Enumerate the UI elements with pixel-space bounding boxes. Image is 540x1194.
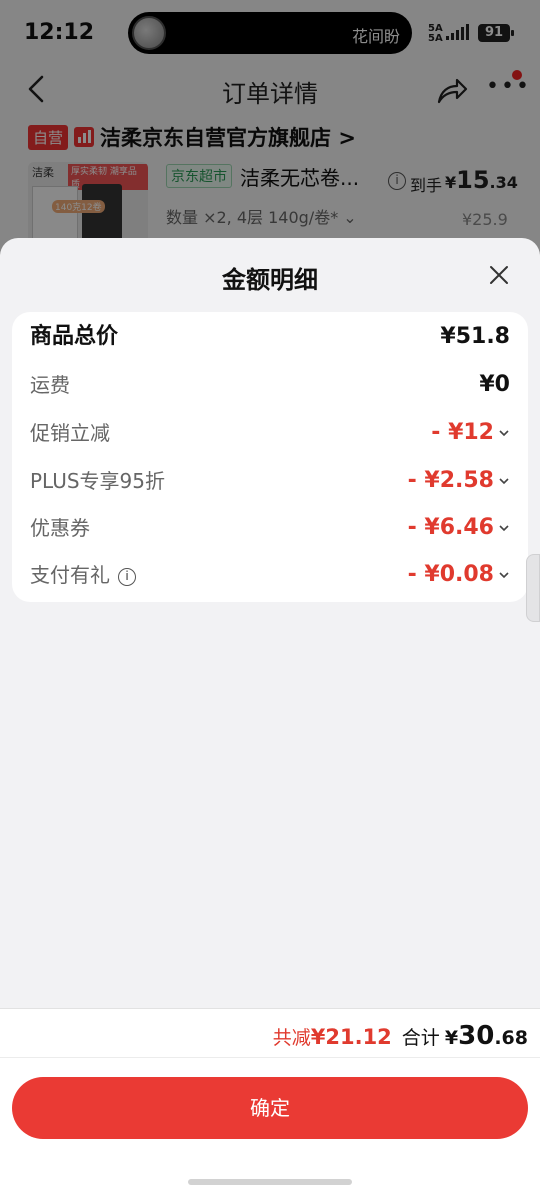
close-icon[interactable] <box>486 262 512 288</box>
row-value: ¥51.8 <box>440 324 510 349</box>
row-value: - ¥12 <box>431 420 494 445</box>
chevron-down-icon[interactable] <box>498 570 510 580</box>
savings-value: ¥21.12 <box>310 1025 392 1049</box>
total: 合计 ¥30.68 <box>402 1021 528 1051</box>
info-icon[interactable]: i <box>118 568 136 586</box>
sheet-title: 金额明细 <box>222 266 318 294</box>
row-label: 优惠券 <box>30 516 90 540</box>
total-int: 30 <box>458 1021 495 1051</box>
bottom-bar: 共减¥21.12 合计 ¥30.68 确定 <box>0 1008 540 1194</box>
row-value: - ¥0.08 <box>407 562 494 587</box>
row-label-wrap: 支付有礼 i <box>30 560 136 590</box>
savings-label: 共减 <box>272 1027 311 1049</box>
chevron-down-icon[interactable] <box>498 428 510 438</box>
confirm-button[interactable]: 确定 <box>12 1077 528 1139</box>
savings: 共减¥21.12 <box>273 1023 392 1050</box>
row-plus-discount[interactable]: PLUS专享95折 - ¥2.58 <box>30 466 510 496</box>
divider <box>0 1057 540 1058</box>
modal-overlay[interactable] <box>0 0 540 260</box>
row-label: 促销立减 <box>30 421 110 445</box>
row-value: - ¥6.46 <box>407 515 494 540</box>
total-currency: ¥ <box>444 1027 459 1049</box>
row-payment-gift[interactable]: 支付有礼 i - ¥0.08 <box>30 560 510 590</box>
row-shipping: 运费 ¥0 <box>30 370 510 400</box>
chevron-down-icon[interactable] <box>498 523 510 533</box>
home-indicator[interactable] <box>188 1179 352 1185</box>
total-label: 合计 <box>401 1027 440 1049</box>
chevron-down-icon[interactable] <box>498 476 510 486</box>
row-coupon[interactable]: 优惠券 - ¥6.46 <box>30 513 510 543</box>
row-label: 支付有礼 <box>30 563 110 587</box>
row-label: PLUS专享95折 <box>30 469 165 493</box>
price-summary: 共减¥21.12 合计 ¥30.68 <box>273 1021 528 1051</box>
row-value: ¥0 <box>479 372 510 397</box>
total-dec: .68 <box>494 1027 528 1049</box>
row-goods-total: 商品总价 ¥51.8 <box>30 322 510 352</box>
row-label: 运费 <box>30 373 70 397</box>
row-value: - ¥2.58 <box>407 468 494 493</box>
row-label: 商品总价 <box>30 324 119 349</box>
amount-card: 商品总价 ¥51.8 运费 ¥0 促销立减 - ¥12 PLUS专享95折 - … <box>12 312 528 602</box>
row-promotion[interactable]: 促销立减 - ¥12 <box>30 418 510 448</box>
side-drawer-handle[interactable] <box>526 554 540 622</box>
